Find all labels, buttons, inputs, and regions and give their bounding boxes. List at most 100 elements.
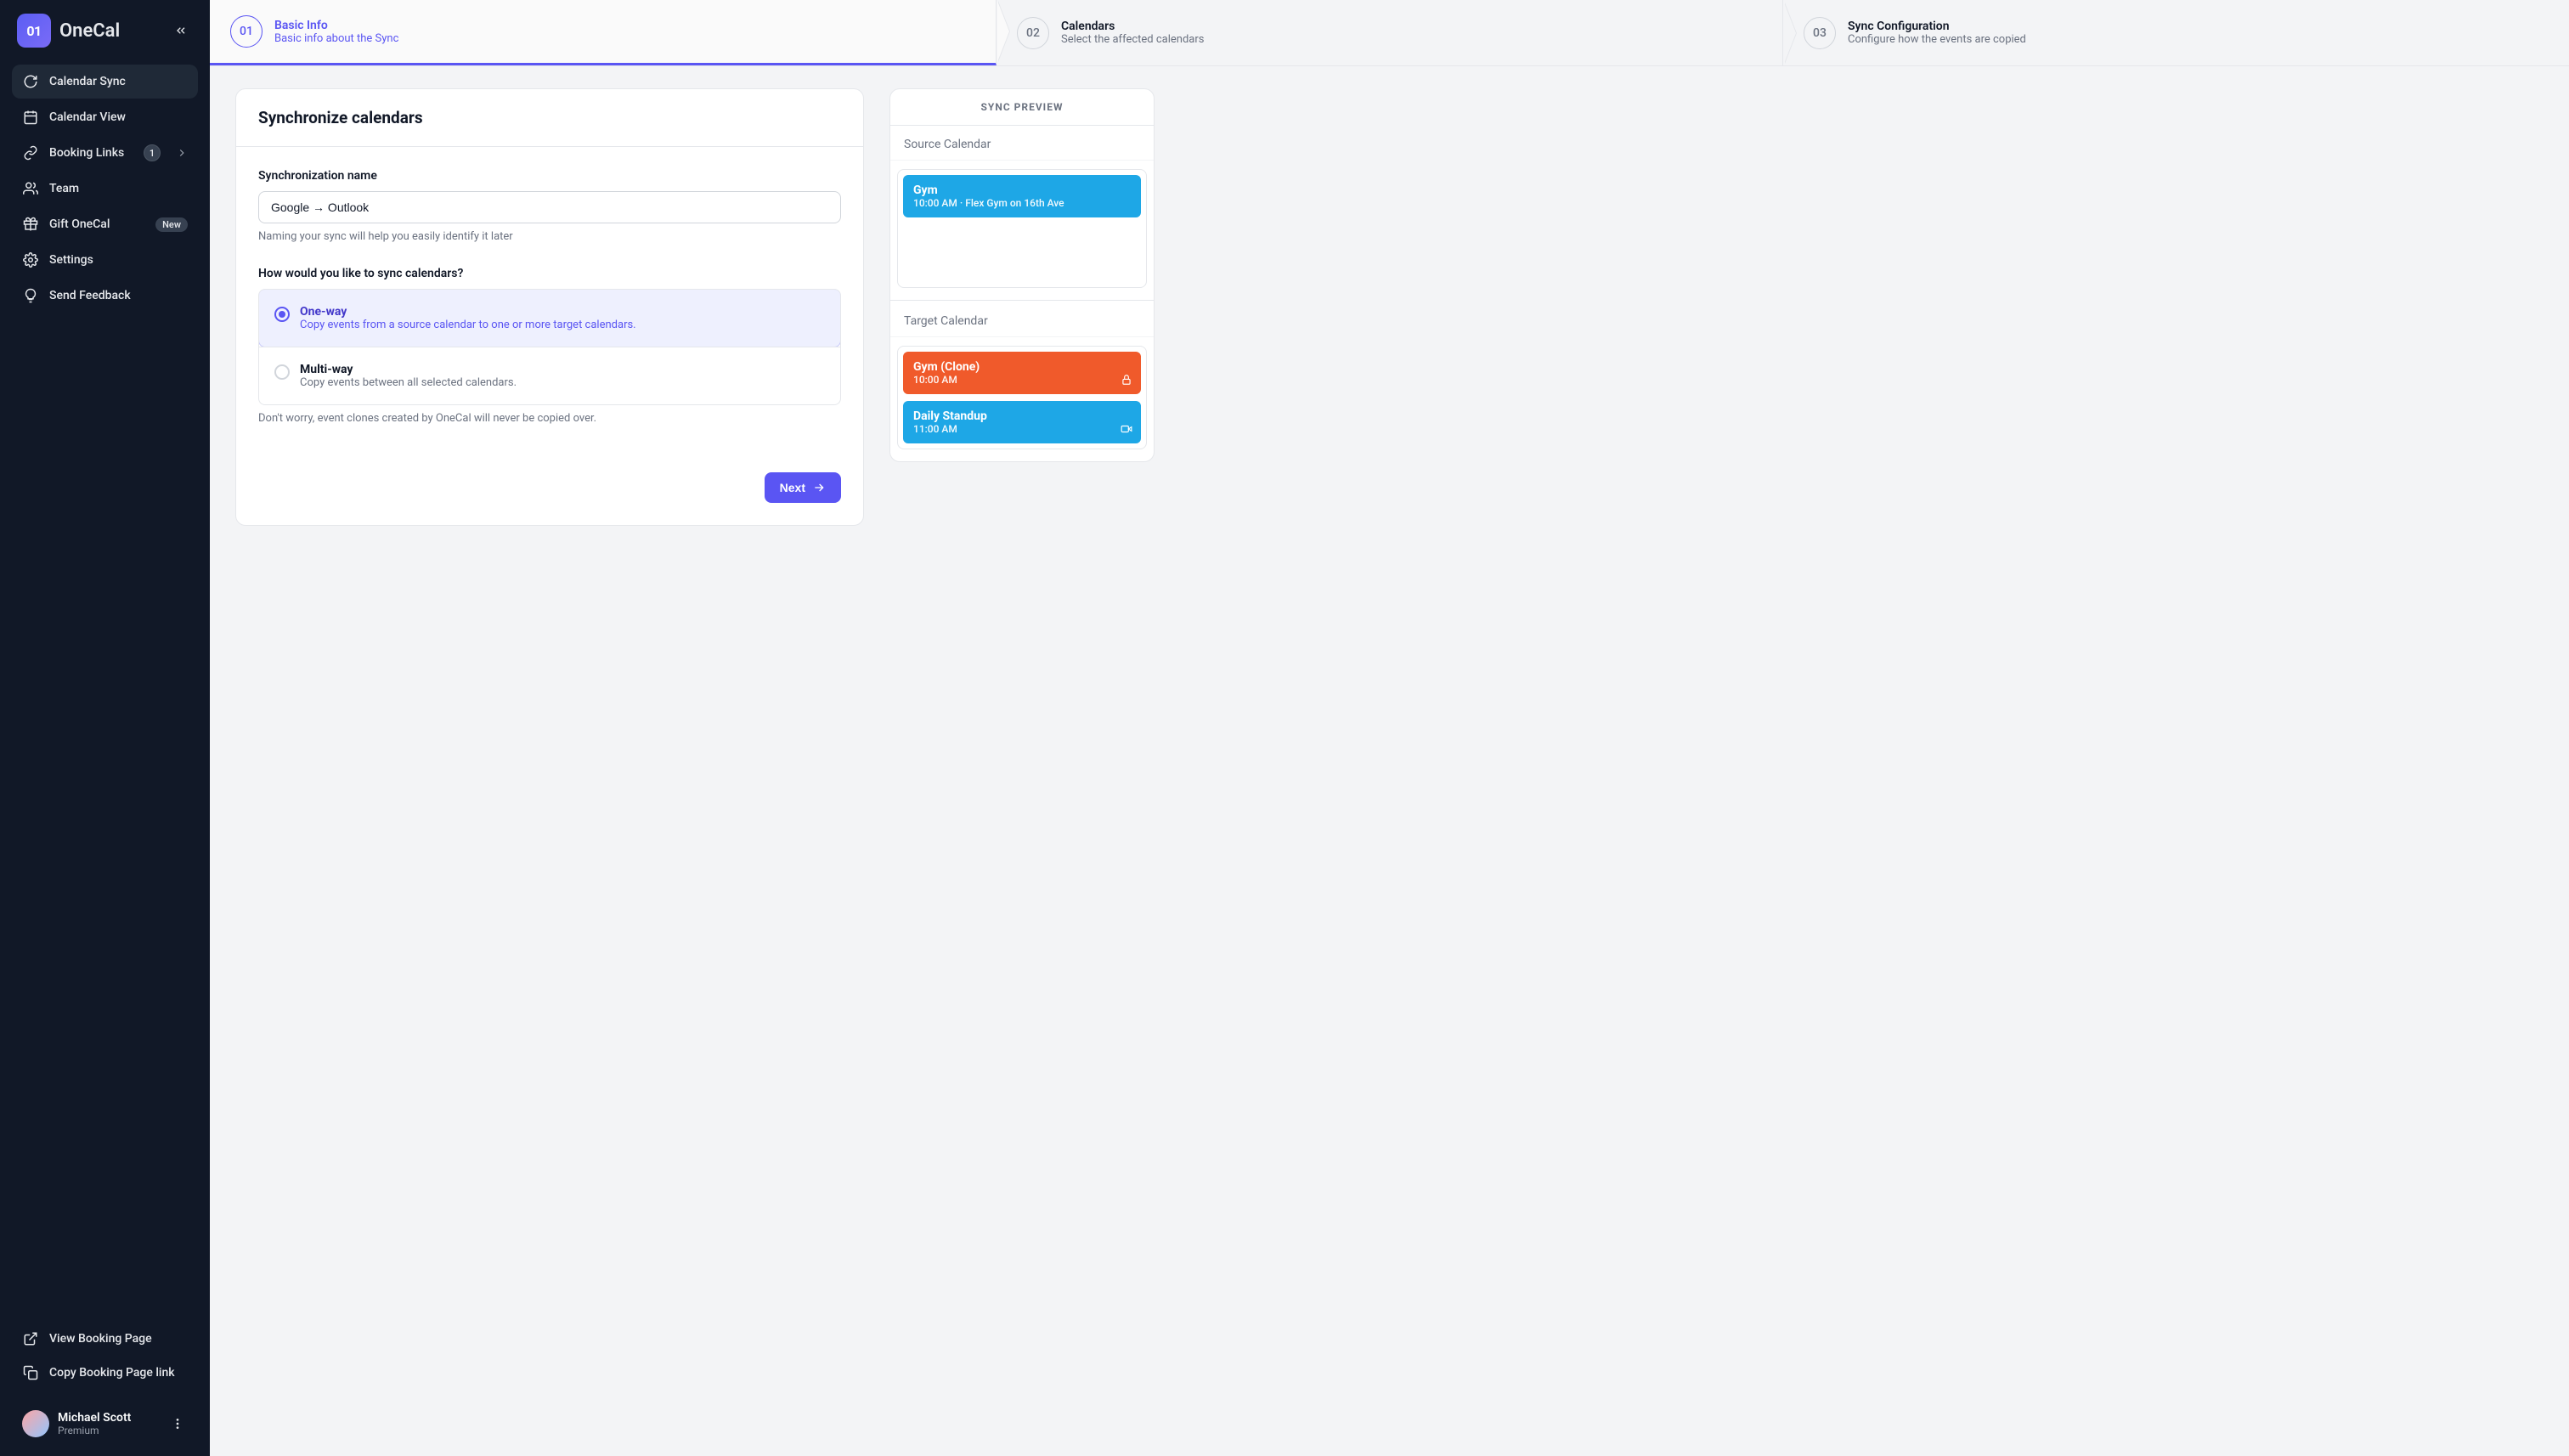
event-chip: Gym (Clone) 10:00 AM: [903, 352, 1141, 394]
radio-one-way[interactable]: One-way Copy events from a source calend…: [258, 289, 841, 347]
source-calendar-label: Source Calendar: [890, 126, 1154, 161]
dots-vertical-icon: [171, 1417, 184, 1431]
event-sub: 10:00 AM: [913, 374, 1131, 386]
step-subtitle: Select the affected calendars: [1061, 33, 1204, 46]
step-calendars[interactable]: 02 Calendars Select the affected calenda…: [997, 0, 1783, 65]
link-icon: [22, 144, 39, 161]
option-title: Multi-way: [300, 363, 517, 376]
option-desc: Copy events from a source calendar to on…: [300, 319, 636, 331]
sidebar-header: 01 OneCal: [0, 0, 210, 58]
sidebar-item-team[interactable]: Team: [12, 172, 198, 206]
link-label: View Booking Page: [49, 1332, 152, 1346]
step-sync-config[interactable]: 03 Sync Configuration Configure how the …: [1783, 0, 2569, 65]
nav-label: Calendar View: [49, 110, 126, 124]
step-title: Basic Info: [274, 19, 398, 32]
event-sub: 11:00 AM: [913, 423, 1131, 435]
direction-radio-group: One-way Copy events from a source calend…: [258, 289, 841, 405]
team-icon: [22, 180, 39, 197]
nav-label: Booking Links: [49, 146, 124, 160]
sidebar-item-calendar-view[interactable]: Calendar View: [12, 100, 198, 134]
event-chip: Daily Standup 11:00 AM: [903, 401, 1141, 443]
step-number: 01: [230, 15, 263, 48]
sync-icon: [22, 73, 39, 90]
lock-icon: [1121, 374, 1132, 386]
link-label: Copy Booking Page link: [49, 1366, 175, 1380]
user-menu-button[interactable]: [167, 1414, 188, 1434]
nav-label: Gift OneCal: [49, 217, 110, 231]
stepper: 01 Basic Info Basic info about the Sync …: [210, 0, 2569, 66]
card-footer: Next: [236, 457, 863, 525]
main: 01 Basic Info Basic info about the Sync …: [210, 0, 2569, 1456]
sidebar-bottom: View Booking Page Copy Booking Page link…: [0, 1322, 210, 1456]
primary-nav: Calendar Sync Calendar View Booking Link…: [0, 58, 210, 319]
nav-label: Calendar Sync: [49, 75, 126, 88]
sync-name-label: Synchronization name: [258, 169, 841, 183]
sync-name-hint: Naming your sync will help you easily id…: [258, 230, 841, 243]
step-subtitle: Configure how the events are copied: [1848, 33, 2026, 46]
event-chip: Gym 10:00 AM · Flex Gym on 16th Ave: [903, 175, 1141, 217]
card-header: Synchronize calendars: [236, 89, 863, 147]
nav-label: Send Feedback: [49, 289, 131, 302]
sync-name-section: Synchronization name Naming your sync wi…: [258, 169, 841, 243]
user-row: Michael Scott Premium: [12, 1400, 198, 1444]
arrow-right-icon: [812, 481, 826, 494]
event-title: Daily Standup: [913, 409, 1131, 423]
nav-label: Settings: [49, 253, 93, 267]
new-badge: New: [155, 217, 188, 232]
sidebar: 01 OneCal Calendar Sync Calendar View Bo…: [0, 0, 210, 1456]
source-calendar-box: Gym 10:00 AM · Flex Gym on 16th Ave: [897, 169, 1147, 288]
divider: [890, 300, 1154, 301]
step-basic-info[interactable]: 01 Basic Info Basic info about the Sync: [210, 0, 997, 65]
step-number: 03: [1804, 17, 1836, 49]
nav-label: Team: [49, 182, 79, 195]
event-title: Gym (Clone): [913, 360, 1131, 374]
preview-header: SYNC PREVIEW: [890, 89, 1154, 126]
step-subtitle: Basic info about the Sync: [274, 32, 398, 45]
radio-dot-icon: [274, 364, 290, 380]
external-link-icon: [22, 1330, 39, 1347]
step-title: Sync Configuration: [1848, 20, 2026, 33]
sidebar-item-settings[interactable]: Settings: [12, 243, 198, 277]
view-booking-page-link[interactable]: View Booking Page: [12, 1322, 198, 1356]
target-calendar-box: Gym (Clone) 10:00 AM Daily Standup 11:00…: [897, 346, 1147, 449]
booking-links-count: 1: [144, 144, 161, 161]
radio-multi-way[interactable]: Multi-way Copy events between all select…: [259, 347, 840, 404]
option-title: One-way: [300, 305, 636, 319]
calendar-icon: [22, 109, 39, 126]
user-name: Michael Scott: [58, 1411, 131, 1425]
copy-booking-page-link[interactable]: Copy Booking Page link: [12, 1356, 198, 1390]
button-label: Next: [780, 481, 805, 494]
content-row: Synchronize calendars Synchronization na…: [210, 66, 2569, 548]
sidebar-item-calendar-sync[interactable]: Calendar Sync: [12, 65, 198, 99]
avatar: [22, 1410, 49, 1437]
direction-label: How would you like to sync calendars?: [258, 267, 841, 280]
lightbulb-icon: [22, 287, 39, 304]
direction-hint: Don't worry, event clones created by One…: [258, 412, 841, 425]
form-card: Synchronize calendars Synchronization na…: [235, 88, 864, 526]
step-number: 02: [1017, 17, 1049, 49]
sidebar-item-gift[interactable]: Gift OneCal New: [12, 207, 198, 241]
sync-preview-card: SYNC PREVIEW Source Calendar Gym 10:00 A…: [889, 88, 1155, 462]
event-title: Gym: [913, 183, 1131, 197]
gift-icon: [22, 216, 39, 233]
next-button[interactable]: Next: [765, 472, 841, 503]
sidebar-item-feedback[interactable]: Send Feedback: [12, 279, 198, 313]
video-icon: [1121, 423, 1132, 435]
copy-icon: [22, 1364, 39, 1381]
step-title: Calendars: [1061, 20, 1204, 33]
gear-icon: [22, 251, 39, 268]
user-plan: Premium: [58, 1425, 131, 1436]
logo-text: OneCal: [59, 20, 120, 42]
sync-name-input[interactable]: [258, 191, 841, 223]
card-body: Synchronization name Naming your sync wi…: [236, 147, 863, 457]
radio-dot-icon: [274, 307, 290, 322]
sidebar-item-booking-links[interactable]: Booking Links 1: [12, 136, 198, 170]
logo-mark: 01: [17, 14, 51, 48]
collapse-sidebar-button[interactable]: [169, 19, 193, 42]
page-title: Synchronize calendars: [258, 108, 841, 127]
direction-section: How would you like to sync calendars? On…: [258, 267, 841, 425]
target-calendar-label: Target Calendar: [890, 302, 1154, 337]
option-desc: Copy events between all selected calenda…: [300, 376, 517, 389]
chevron-right-icon: [176, 147, 188, 159]
event-sub: 10:00 AM · Flex Gym on 16th Ave: [913, 197, 1131, 209]
